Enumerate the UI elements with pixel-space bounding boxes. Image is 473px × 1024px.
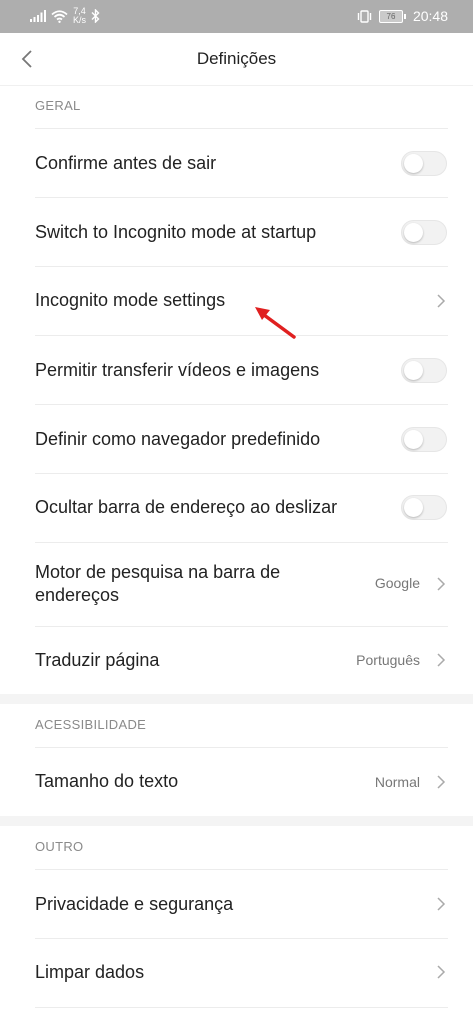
setting-label: Incognito mode settings xyxy=(35,290,226,310)
chevron-right-icon xyxy=(437,653,446,667)
setting-search-engine[interactable]: Motor de pesquisa na barra de endereços … xyxy=(0,543,473,626)
section-gap xyxy=(0,694,473,704)
toggle-confirm-exit[interactable] xyxy=(401,151,447,176)
setting-label: Privacidade e segurança xyxy=(35,894,234,914)
section-header-outro: OUTRO xyxy=(35,839,84,854)
chevron-right-icon xyxy=(437,897,446,911)
battery-icon: 76 xyxy=(378,9,406,23)
toggle-default-browser[interactable] xyxy=(401,427,447,452)
setting-allow-transfer[interactable]: Permitir transferir vídeos e imagens xyxy=(0,336,473,404)
divider xyxy=(35,1007,448,1008)
setting-label: Ocultar barra de endereço ao deslizar xyxy=(35,497,338,517)
setting-text-size[interactable]: Tamanho do texto Normal xyxy=(0,748,473,816)
toggle-incognito-startup[interactable] xyxy=(401,220,447,245)
signal-icon xyxy=(30,10,46,22)
vibrate-icon xyxy=(357,9,372,23)
status-left: 7,4 K/s xyxy=(30,7,100,25)
status-bar: 7,4 K/s 76 20:48 xyxy=(0,0,473,33)
setting-label: Traduzir página xyxy=(35,650,160,670)
setting-incognito-settings[interactable]: Incognito mode settings xyxy=(0,267,473,335)
chevron-right-icon xyxy=(437,294,446,308)
setting-value: Google xyxy=(374,575,420,591)
chevron-right-icon xyxy=(437,775,446,789)
setting-label: Tamanho do texto xyxy=(35,771,179,791)
setting-confirm-exit[interactable]: Confirme antes de sair xyxy=(0,129,473,197)
setting-value: Normal xyxy=(374,774,420,790)
setting-hide-address-bar[interactable]: Ocultar barra de endereço ao deslizar xyxy=(0,474,473,542)
setting-value: Português xyxy=(356,652,420,668)
network-speed-unit: K/s xyxy=(73,15,87,25)
setting-label: Permitir transferir vídeos e imagens xyxy=(35,360,320,380)
section-header-geral: GERAL xyxy=(35,98,81,113)
setting-label: Definir como navegador predefinido xyxy=(35,429,321,449)
setting-privacy[interactable]: Privacidade e segurança xyxy=(0,870,473,938)
network-speed: 7,4 K/s xyxy=(73,7,86,25)
wifi-icon xyxy=(51,9,68,23)
section-gap xyxy=(0,816,473,826)
bluetooth-icon xyxy=(91,9,100,23)
toggle-hide-address-bar[interactable] xyxy=(401,495,447,520)
section-header-acessibilidade: ACESSIBILIDADE xyxy=(35,717,147,732)
setting-label: Limpar dados xyxy=(35,962,145,982)
page-title: Definições xyxy=(196,49,277,68)
setting-label: Confirme antes de sair xyxy=(35,153,217,173)
status-right: 76 20:48 xyxy=(356,8,448,24)
setting-translate-page[interactable]: Traduzir página Português xyxy=(0,627,473,694)
clock: 20:48 xyxy=(412,8,448,24)
annotation-arrow-icon xyxy=(255,307,296,339)
setting-default-browser[interactable]: Definir como navegador predefinido xyxy=(0,405,473,473)
back-arrow-icon[interactable] xyxy=(18,47,38,71)
header-divider xyxy=(0,85,473,86)
toggle-allow-transfer[interactable] xyxy=(401,358,447,383)
setting-incognito-startup[interactable]: Switch to Incognito mode at startup xyxy=(0,198,473,266)
chevron-right-icon xyxy=(437,965,446,979)
setting-label: Switch to Incognito mode at startup xyxy=(35,222,317,242)
chevron-right-icon xyxy=(437,577,446,591)
top-bar: Definições xyxy=(0,33,473,85)
setting-clear-data[interactable]: Limpar dados xyxy=(0,939,473,1007)
setting-label: Motor de pesquisa na barra de endereços xyxy=(35,562,281,605)
